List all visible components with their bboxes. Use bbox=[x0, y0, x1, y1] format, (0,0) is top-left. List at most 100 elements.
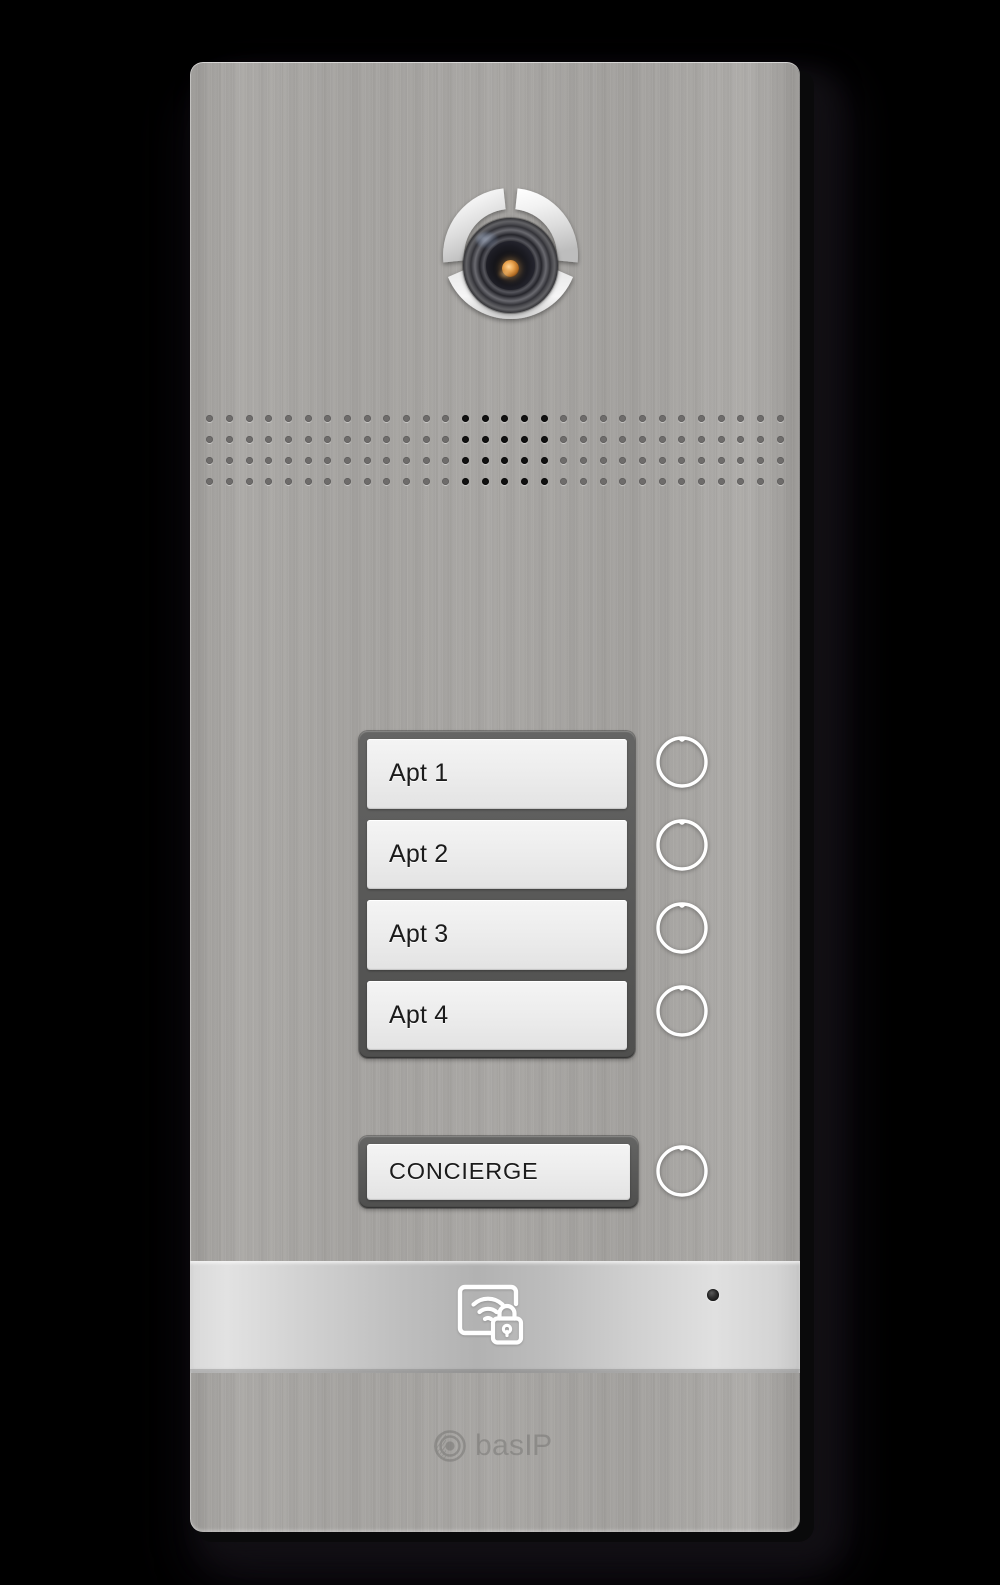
status-led-indicator bbox=[707, 1289, 719, 1301]
nameplate-apt-1[interactable]: Apt 1 bbox=[367, 739, 627, 809]
speaker-hole bbox=[776, 415, 784, 422]
speaker-hole bbox=[402, 478, 410, 485]
nameplate-label: Apt 2 bbox=[389, 839, 449, 868]
microphone-hole bbox=[540, 478, 548, 485]
speaker-hole bbox=[638, 457, 646, 464]
speaker-hole bbox=[619, 457, 627, 464]
speaker-hole bbox=[442, 436, 450, 443]
call-button-apt-2[interactable] bbox=[653, 816, 711, 874]
speaker-hole bbox=[324, 415, 332, 422]
speaker-hole bbox=[363, 478, 371, 485]
call-button-ring-icon bbox=[656, 902, 708, 954]
speaker-hole bbox=[756, 478, 764, 485]
speaker-hole bbox=[422, 436, 430, 443]
speaker-hole bbox=[442, 415, 450, 422]
speaker-hole bbox=[638, 478, 646, 485]
speaker-hole bbox=[717, 415, 725, 422]
speaker-hole bbox=[599, 457, 607, 464]
nameplate-apt-3[interactable]: Apt 3 bbox=[367, 900, 627, 970]
speaker-hole bbox=[717, 436, 725, 443]
speaker-hole bbox=[697, 457, 705, 464]
speaker-hole bbox=[422, 478, 430, 485]
call-button-ring-icon bbox=[656, 1145, 708, 1197]
speaker-hole bbox=[343, 457, 351, 464]
speaker-hole bbox=[619, 415, 627, 422]
microphone-hole bbox=[461, 415, 469, 422]
speaker-hole bbox=[284, 478, 292, 485]
speaker-hole bbox=[560, 436, 568, 443]
speaker-hole bbox=[225, 478, 233, 485]
speaker-hole bbox=[737, 415, 745, 422]
call-button-apt-4[interactable] bbox=[653, 982, 711, 1040]
speaker-hole bbox=[717, 478, 725, 485]
microphone-hole bbox=[501, 478, 509, 485]
call-button-ring-icon bbox=[656, 819, 708, 871]
microphone-hole bbox=[501, 457, 509, 464]
speaker-hole bbox=[579, 478, 587, 485]
microphone-hole bbox=[481, 436, 489, 443]
speaker-hole bbox=[658, 478, 666, 485]
camera-module bbox=[432, 177, 589, 350]
speaker-hole bbox=[206, 436, 214, 443]
nameplate-label: Apt 3 bbox=[389, 920, 449, 949]
speaker-hole bbox=[402, 436, 410, 443]
rfid-card-lock-icon bbox=[455, 1282, 531, 1348]
microphone-hole bbox=[520, 478, 528, 485]
speaker-hole bbox=[737, 436, 745, 443]
nameplate-apt-4[interactable]: Apt 4 bbox=[367, 980, 627, 1050]
camera-lens-flare bbox=[476, 232, 498, 248]
speaker-hole bbox=[658, 457, 666, 464]
speaker-hole bbox=[245, 457, 253, 464]
speaker-hole bbox=[265, 436, 273, 443]
speaker-hole bbox=[442, 478, 450, 485]
speaker-hole bbox=[638, 415, 646, 422]
speaker-hole bbox=[363, 415, 371, 422]
speaker-hole bbox=[343, 415, 351, 422]
call-button-apt-3[interactable] bbox=[653, 899, 711, 957]
microphone-hole bbox=[520, 415, 528, 422]
speaker-hole bbox=[737, 478, 745, 485]
camera-lens-glass bbox=[463, 218, 558, 313]
speaker-hole bbox=[638, 436, 646, 443]
microphone-hole bbox=[481, 415, 489, 422]
speaker-hole bbox=[245, 415, 253, 422]
speaker-hole bbox=[206, 415, 214, 422]
nameplate-apt-2[interactable]: Apt 2 bbox=[367, 819, 627, 889]
call-button-apt-1[interactable] bbox=[653, 733, 711, 791]
speaker-hole bbox=[678, 415, 686, 422]
microphone-hole bbox=[501, 436, 509, 443]
microphone-hole bbox=[481, 478, 489, 485]
call-button-concierge[interactable] bbox=[653, 1142, 711, 1200]
basip-mark-icon bbox=[434, 1430, 466, 1462]
speaker-hole bbox=[383, 478, 391, 485]
speaker-hole bbox=[304, 457, 312, 464]
speaker-hole bbox=[284, 415, 292, 422]
speaker-hole bbox=[422, 415, 430, 422]
nameplate-label: Apt 1 bbox=[389, 759, 449, 788]
speaker-hole bbox=[579, 415, 587, 422]
speaker-hole bbox=[737, 457, 745, 464]
speaker-hole bbox=[678, 436, 686, 443]
speaker-hole bbox=[363, 457, 371, 464]
speaker-hole bbox=[324, 478, 332, 485]
speaker-hole bbox=[422, 457, 430, 464]
speaker-hole bbox=[245, 436, 253, 443]
microphone-hole bbox=[520, 436, 528, 443]
microphone-hole bbox=[520, 457, 528, 464]
speaker-hole bbox=[343, 436, 351, 443]
speaker-hole bbox=[304, 415, 312, 422]
call-directory-nameplate-frame: Apt 1 Apt 2 Apt 3 Apt 4 bbox=[359, 731, 635, 1058]
camera-lens-flare-warm bbox=[498, 269, 512, 279]
speaker-hole bbox=[776, 478, 784, 485]
speaker-hole bbox=[383, 436, 391, 443]
nameplate-concierge[interactable]: CONCIERGE bbox=[367, 1144, 630, 1200]
speaker-hole bbox=[619, 478, 627, 485]
speaker-hole bbox=[363, 436, 371, 443]
microphone-hole bbox=[540, 415, 548, 422]
speaker-hole bbox=[265, 457, 273, 464]
speaker-hole bbox=[560, 415, 568, 422]
speaker-grille-icon bbox=[200, 408, 790, 492]
speaker-hole bbox=[756, 457, 764, 464]
speaker-hole bbox=[776, 457, 784, 464]
microphone-hole bbox=[461, 478, 469, 485]
